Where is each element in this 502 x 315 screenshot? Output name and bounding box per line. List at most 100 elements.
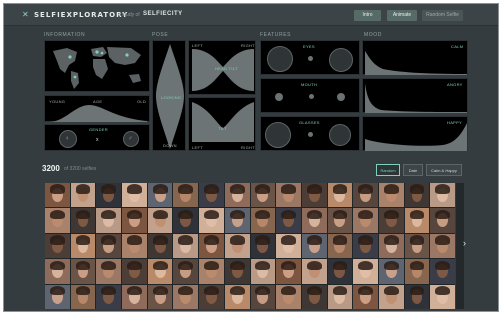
selfie-thumbnail[interactable]: [122, 183, 147, 208]
selfie-thumbnail[interactable]: [224, 233, 250, 259]
selfie-thumbnail[interactable]: [404, 183, 430, 208]
selfie-thumbnail[interactable]: [173, 183, 199, 208]
selfie-thumbnail[interactable]: [147, 259, 173, 284]
selfie-thumbnail[interactable]: [327, 259, 353, 284]
selfie-thumbnail[interactable]: [45, 233, 70, 259]
next-arrow-icon[interactable]: ›: [463, 238, 466, 248]
intro-button[interactable]: Intro: [354, 10, 381, 21]
selfie-thumbnail[interactable]: [122, 284, 147, 309]
selfie-thumbnail[interactable]: [301, 208, 327, 233]
selfie-thumbnail[interactable]: [353, 284, 378, 309]
selfie-thumbnail[interactable]: [404, 259, 430, 284]
selfie-thumbnail[interactable]: [430, 233, 455, 259]
selfie-thumbnail[interactable]: [147, 284, 173, 309]
eyes-filter[interactable]: EYES: [260, 40, 360, 75]
selfie-thumbnail[interactable]: [378, 183, 404, 208]
head-pose-filter[interactable]: LOOKING DOWN: [152, 40, 186, 151]
selfie-thumbnail[interactable]: [147, 183, 173, 208]
animate-button[interactable]: Animate: [387, 10, 417, 21]
sort-date-button[interactable]: Date: [403, 164, 423, 176]
selfie-thumbnail[interactable]: [70, 284, 96, 309]
selfie-thumbnail[interactable]: [173, 259, 199, 284]
mouth-open-dot[interactable]: [337, 93, 345, 101]
happy-filter[interactable]: HAPPY: [362, 116, 468, 151]
selfie-thumbnail[interactable]: [199, 259, 224, 284]
angry-filter[interactable]: ANGRY: [362, 78, 468, 113]
selfie-thumbnail[interactable]: [250, 259, 276, 284]
selfie-thumbnail[interactable]: [301, 183, 327, 208]
brand-link[interactable]: SELFIECITY: [143, 11, 183, 17]
selfie-thumbnail[interactable]: [122, 208, 147, 233]
selfie-thumbnail[interactable]: [173, 233, 199, 259]
selfie-thumbnail[interactable]: [173, 208, 199, 233]
selfie-thumbnail[interactable]: [276, 183, 301, 208]
selfie-thumbnail[interactable]: [301, 259, 327, 284]
selfie-thumbnail[interactable]: [96, 259, 122, 284]
age-filter[interactable]: YOUNG AGE OLD: [44, 95, 150, 122]
selfie-thumbnail[interactable]: [353, 183, 378, 208]
selfie-thumbnail[interactable]: [378, 208, 404, 233]
selfie-thumbnail[interactable]: [327, 284, 353, 309]
sort-random-button[interactable]: Random: [376, 164, 400, 176]
glasses-dot[interactable]: [308, 132, 313, 137]
selfie-thumbnail[interactable]: [430, 183, 455, 208]
selfie-thumbnail[interactable]: [224, 259, 250, 284]
selfie-thumbnail[interactable]: [45, 284, 70, 309]
random-selfie-button[interactable]: Random Selfie: [422, 10, 463, 21]
selfie-thumbnail[interactable]: [147, 233, 173, 259]
eyes-other-disc[interactable]: [329, 48, 353, 72]
sort-calm-happy-button[interactable]: Calm & Happy: [426, 164, 462, 176]
selfie-thumbnail[interactable]: [96, 233, 122, 259]
selfie-thumbnail[interactable]: [276, 284, 301, 309]
selfie-thumbnail[interactable]: [430, 259, 455, 284]
selfie-thumbnail[interactable]: [404, 208, 430, 233]
no-glasses-disc[interactable]: [265, 122, 291, 148]
selfie-thumbnail[interactable]: [327, 208, 353, 233]
selfie-thumbnail[interactable]: [276, 233, 301, 259]
selfie-thumbnail[interactable]: [378, 233, 404, 259]
selfie-thumbnail[interactable]: [250, 284, 276, 309]
eyes-open-disc[interactable]: [267, 46, 293, 72]
selfie-thumbnail[interactable]: [327, 233, 353, 259]
selfie-thumbnail[interactable]: [404, 284, 430, 309]
city-map-filter[interactable]: [44, 40, 150, 92]
glasses-filter[interactable]: GLASSES: [260, 116, 360, 151]
selfie-thumbnail[interactable]: [224, 208, 250, 233]
head-tilt-filter[interactable]: LEFT RIGHT HEAD TILT: [188, 40, 256, 95]
mouth-closed-dot[interactable]: [275, 93, 283, 101]
selfie-thumbnail[interactable]: [430, 284, 455, 309]
selfie-thumbnail[interactable]: [353, 208, 378, 233]
selfie-thumbnail[interactable]: [378, 284, 404, 309]
selfie-thumbnail[interactable]: [122, 233, 147, 259]
selfie-thumbnail[interactable]: [147, 208, 173, 233]
selfie-thumbnail[interactable]: [70, 183, 96, 208]
selfie-thumbnail[interactable]: [199, 183, 224, 208]
selfie-thumbnail[interactable]: [353, 233, 378, 259]
selfie-thumbnail[interactable]: [301, 284, 327, 309]
selfie-thumbnail[interactable]: [430, 208, 455, 233]
selfie-thumbnail[interactable]: [224, 284, 250, 309]
selfie-thumbnail[interactable]: [199, 208, 224, 233]
selfie-thumbnail[interactable]: [45, 259, 70, 284]
selfie-thumbnail[interactable]: [250, 233, 276, 259]
tilt-filter[interactable]: TILT LEFT RIGHT: [188, 97, 256, 151]
selfie-thumbnail[interactable]: [70, 233, 96, 259]
selfie-thumbnail[interactable]: [173, 284, 199, 309]
selfie-thumbnail[interactable]: [404, 233, 430, 259]
selfie-thumbnail[interactable]: [199, 284, 224, 309]
selfie-thumbnail[interactable]: [250, 208, 276, 233]
eyes-closed-dot[interactable]: [308, 56, 313, 61]
selfie-thumbnail[interactable]: [378, 259, 404, 284]
selfie-thumbnail[interactable]: [276, 259, 301, 284]
selfie-thumbnail[interactable]: [70, 259, 96, 284]
mouth-neutral-dot[interactable]: [309, 94, 314, 99]
selfie-thumbnail[interactable]: [301, 233, 327, 259]
sunglasses-disc[interactable]: [329, 124, 351, 146]
selfie-thumbnail[interactable]: [122, 259, 147, 284]
selfie-thumbnail[interactable]: [224, 183, 250, 208]
selfie-thumbnail[interactable]: [353, 259, 378, 284]
selfie-thumbnail[interactable]: [96, 183, 122, 208]
selfie-thumbnail[interactable]: [45, 208, 70, 233]
selfie-thumbnail[interactable]: [96, 284, 122, 309]
mouth-filter[interactable]: MOUTH: [260, 78, 360, 113]
